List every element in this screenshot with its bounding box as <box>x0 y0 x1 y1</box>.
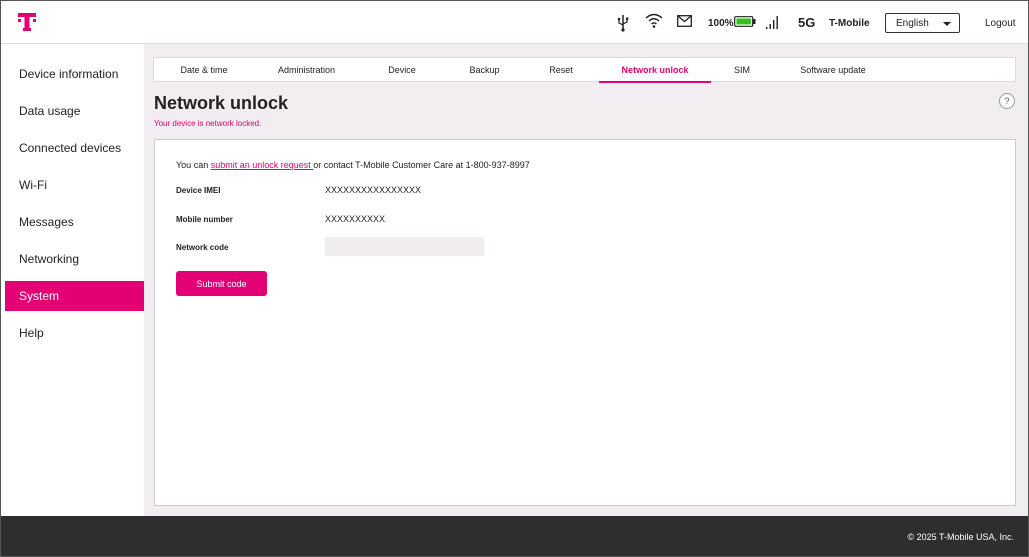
help-icon[interactable]: ? <box>999 93 1015 109</box>
device-imei-value: XXXXXXXXXXXXXXXX <box>325 185 422 195</box>
wifi-icon <box>645 13 663 28</box>
chevron-down-icon <box>943 22 951 26</box>
footer: © 2025 T-Mobile USA, Inc. <box>1 516 1028 556</box>
device-imei-label: Device IMEI <box>176 186 221 195</box>
tab-device[interactable]: Device <box>359 58 445 82</box>
sidebar-item-label: Networking <box>19 252 80 266</box>
sidebar-item-data-usage[interactable]: Data usage <box>5 96 144 126</box>
main-content: Date & time Administration Device Backup… <box>144 44 1028 516</box>
tab-backup[interactable]: Backup <box>445 58 524 82</box>
tab-reset[interactable]: Reset <box>524 58 598 82</box>
network-code-label: Network code <box>176 243 229 252</box>
tab-date-time[interactable]: Date & time <box>154 58 254 82</box>
sidebar-item-help[interactable]: Help <box>5 318 144 348</box>
mobile-number-value: XXXXXXXXXX <box>325 214 386 224</box>
page-title: Network unlock <box>154 93 289 113</box>
sidebar-item-label: Device information <box>19 67 119 81</box>
sidebar-item-label: System <box>19 289 60 303</box>
unlock-request-link[interactable]: submit an unlock request <box>211 160 314 170</box>
battery-percent: 100% <box>708 18 734 29</box>
tab-network-unlock[interactable]: Network unlock <box>599 58 711 83</box>
sidebar-item-system[interactable]: System <box>5 281 144 311</box>
battery-icon <box>734 16 756 27</box>
sidebar-item-label: Connected devices <box>19 141 122 155</box>
mail-icon[interactable] <box>677 15 692 27</box>
submit-code-button[interactable]: Submit code <box>176 271 267 296</box>
lock-status-text: Your device is network locked. <box>154 119 262 128</box>
sidebar-item-label: Wi-Fi <box>19 178 47 192</box>
sidebar-item-wifi[interactable]: Wi-Fi <box>5 170 144 200</box>
tab-software-update[interactable]: Software update <box>773 58 893 82</box>
sidebar-item-networking[interactable]: Networking <box>5 244 144 274</box>
tmobile-logo[interactable] <box>17 11 37 33</box>
network-code-input[interactable] <box>325 237 484 256</box>
usb-icon <box>617 15 629 32</box>
mobile-number-label: Mobile number <box>176 215 233 224</box>
sidebar-item-messages[interactable]: Messages <box>5 207 144 237</box>
tab-sim[interactable]: SIM <box>711 58 773 82</box>
logout-link[interactable]: Logout <box>985 18 1016 29</box>
sidebar-item-device-information[interactable]: Device information <box>5 59 144 89</box>
sidebar-item-label: Help <box>19 326 44 340</box>
copyright-text: © 2025 T-Mobile USA, Inc. <box>907 532 1014 542</box>
intro-suffix: or contact T-Mobile Customer Care at 1-8… <box>313 160 530 170</box>
network-type: 5G <box>798 15 816 30</box>
sidebar-item-label: Messages <box>19 215 74 229</box>
tab-administration[interactable]: Administration <box>254 58 359 82</box>
unlock-card: You can submit an unlock request or cont… <box>154 139 1016 506</box>
sidebar-item-connected-devices[interactable]: Connected devices <box>5 133 144 163</box>
carrier-name: T-Mobile <box>829 18 870 29</box>
intro-prefix: You can <box>176 160 211 170</box>
language-select[interactable]: English <box>885 13 960 33</box>
unlock-intro-text: You can submit an unlock request or cont… <box>176 160 530 170</box>
sidebar: Device information Data usage Connected … <box>1 44 144 516</box>
signal-icon <box>766 16 778 29</box>
sidebar-item-label: Data usage <box>19 104 81 118</box>
system-tabs: Date & time Administration Device Backup… <box>153 57 1016 83</box>
language-value: English <box>896 17 929 29</box>
top-header: 100% 5G T-Mobile English Logout <box>1 1 1028 44</box>
